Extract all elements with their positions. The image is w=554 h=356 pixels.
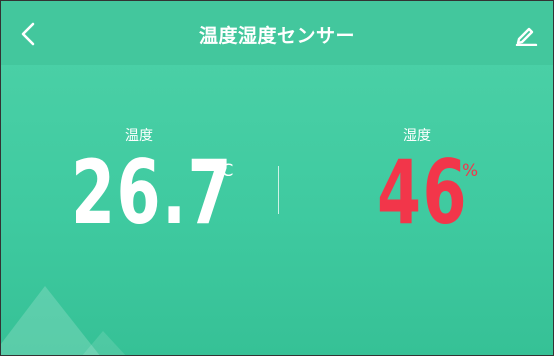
mountain-decoration xyxy=(1,286,126,355)
sensor-screen: 温度湿度センサー 温度 26.7 °C 湿度 46 % xyxy=(0,0,554,356)
